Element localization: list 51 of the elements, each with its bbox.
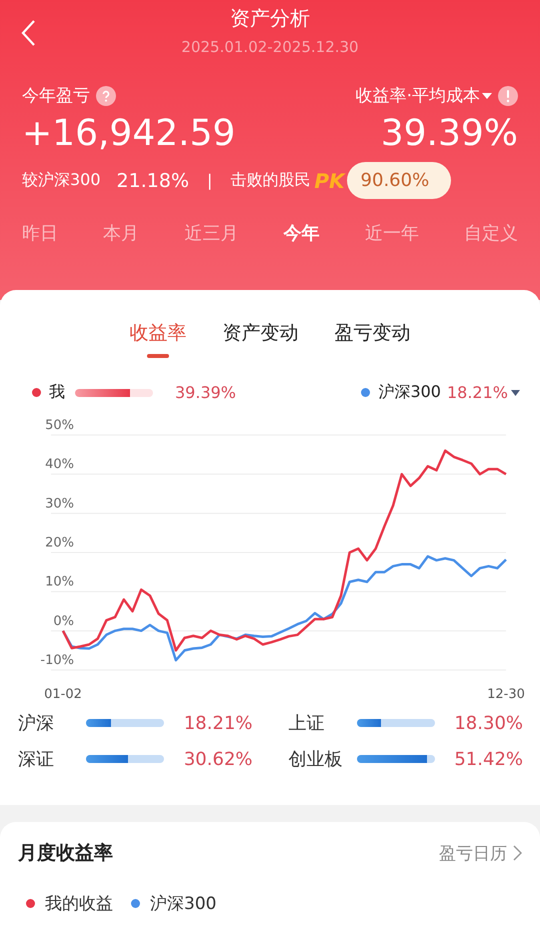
index-return: 18.30% (454, 712, 523, 734)
beat-percent-pill: 90.60% (346, 162, 452, 199)
y-axis-label: 40% (45, 457, 74, 472)
section-title: 月度收益率 (18, 841, 113, 866)
index-name: 创业板 (288, 748, 344, 771)
return-value: 39.39% (380, 113, 518, 154)
index-return: 18.21% (184, 712, 252, 734)
index-name: 深证 (18, 748, 55, 771)
y-axis-label: 30% (45, 496, 74, 512)
calendar-link[interactable]: 盈亏日历 (439, 842, 522, 864)
y-axis-label: 50% (45, 418, 74, 433)
caret-icon[interactable] (482, 92, 492, 98)
y-axis-label: 20% (45, 536, 74, 550)
legend-value: 18.21% (446, 383, 508, 402)
date-range: 2025.01.02-2025.12.30 (181, 38, 359, 56)
legend-label: 我的收益 (45, 893, 113, 915)
index-name: 沪深 (18, 712, 55, 735)
profit-label: 今年盈亏 (22, 85, 90, 107)
chart-tab[interactable]: 盈亏变动 (334, 320, 410, 360)
help-icon[interactable] (96, 86, 116, 106)
period-tab[interactable]: 自定义 (464, 221, 518, 245)
legend-label: 我 (49, 382, 65, 403)
metric-selector[interactable]: 收益率·平均成本 (356, 84, 480, 107)
index-return: 51.42% (454, 748, 523, 770)
pk-label: PK (314, 168, 345, 192)
period-tab[interactable]: 今年 (284, 221, 320, 245)
separator: | (207, 171, 212, 190)
legend-value: 39.39% (175, 383, 236, 402)
beat-label: 击败的股民 (230, 170, 310, 191)
x-axis-label: 01-02 (44, 687, 82, 702)
legend-label: 沪深300 (378, 382, 441, 403)
chart-tab[interactable]: 收益率 (130, 320, 186, 360)
alert-icon[interactable] (498, 86, 518, 106)
y-axis-label: 0% (53, 614, 74, 629)
index-return: 30.62% (184, 748, 252, 770)
y-axis-label: 10% (45, 574, 74, 590)
period-tab[interactable]: 近一年 (364, 221, 419, 245)
period-tab[interactable]: 本月 (103, 221, 140, 245)
chart-tab[interactable]: 资产变动 (222, 320, 298, 360)
index-name: 上证 (288, 712, 326, 735)
compare-label: 较沪深300 (22, 170, 101, 191)
legend-label: 沪深300 (150, 893, 216, 915)
chevron-icon (513, 845, 522, 861)
profit-value: +16,942.59 (22, 113, 236, 154)
x-axis-label: 12-30 (487, 687, 525, 702)
compare-value: 21.18% (116, 170, 189, 192)
y-axis-label: -10% (40, 653, 74, 668)
page-title: 资产分析 (230, 5, 310, 32)
period-tab[interactable]: 昨日 (22, 221, 58, 245)
caret-icon[interactable] (511, 390, 520, 396)
period-tab[interactable]: 近三月 (184, 221, 238, 245)
